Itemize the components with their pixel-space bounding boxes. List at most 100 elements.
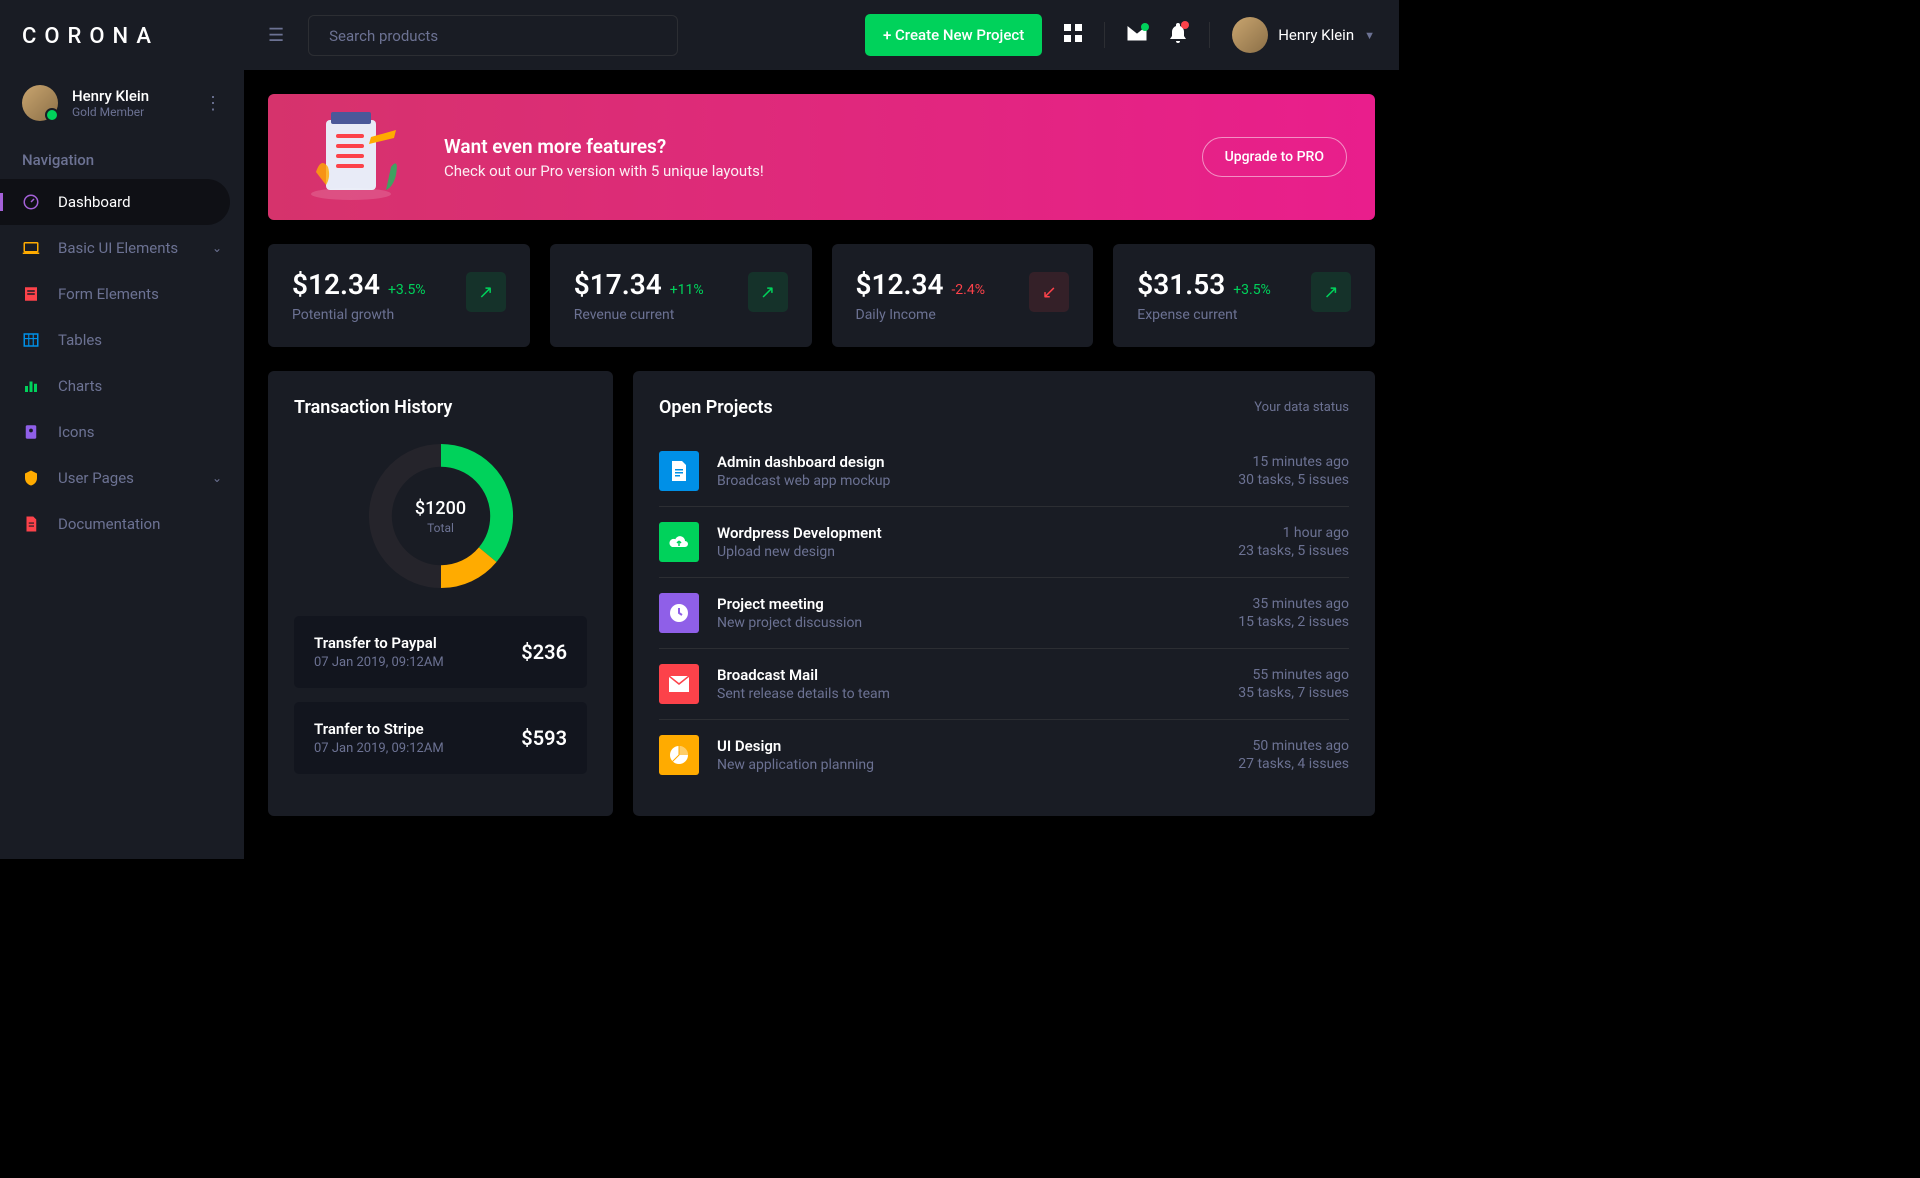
divider [1104,22,1105,48]
project-tasks: 15 tasks, 2 issues [1238,614,1349,630]
donut-value: $1200 [415,498,466,519]
stat-label: Daily Income [856,307,986,323]
transaction-row[interactable]: Transfer to Paypal 07 Jan 2019, 09:12AM $2… [294,616,587,688]
sidebar-item-documentation[interactable]: Documentation [0,501,244,547]
sidebar: CORONA Henry Klein Gold Member ⋮ Navigat… [0,0,244,859]
project-tasks: 30 tasks, 5 issues [1238,472,1349,488]
user-menu-icon[interactable]: ⋮ [204,93,222,114]
menu-toggle-icon[interactable]: ☰ [268,25,284,46]
table-icon [22,331,40,349]
form-icon [22,285,40,303]
create-project-button[interactable]: + Create New Project [865,14,1042,56]
projects-title: Open Projects [659,397,773,418]
project-tasks: 23 tasks, 5 issues [1238,543,1349,559]
stat-card: $12.34-2.4%Daily Income↙ [832,244,1094,347]
promo-subtitle: Check out our Pro version with 5 unique … [444,162,764,180]
project-title: UI Design [717,737,1238,755]
project-time: 15 minutes ago [1238,454,1349,470]
project-title: Project meeting [717,595,1238,613]
donut-label: Total [427,521,454,535]
topbar-user-menu[interactable]: Henry Klein ▼ [1232,17,1375,53]
stat-label: Revenue current [574,307,704,323]
project-title: Wordpress Development [717,524,1238,542]
stat-change: +11% [670,282,704,298]
upgrade-button[interactable]: Upgrade to PRO [1202,137,1347,177]
project-tasks: 35 tasks, 7 issues [1238,685,1349,701]
sidebar-item-dashboard[interactable]: Dashboard [0,179,230,225]
chevron-down-icon: ⌄ [212,241,222,255]
search-wrap [308,15,678,56]
cloud-icon [659,522,699,562]
stat-value: $17.34 [574,268,662,301]
chart-icon [22,377,40,395]
stat-card: $12.34+3.5%Potential growth↗ [268,244,530,347]
nav-heading: Navigation [0,141,244,179]
search-input[interactable] [329,27,657,45]
grid-icon[interactable] [1064,24,1082,47]
txn-date: 07 Jan 2019, 09:12AM [314,741,444,756]
transactions-title: Transaction History [294,397,587,418]
project-row[interactable]: UI Design New application planning50 minu… [659,720,1349,790]
clock-icon [659,593,699,633]
brand-logo: CORONA [0,0,244,73]
project-tasks: 27 tasks, 4 issues [1238,756,1349,772]
pie-icon [659,735,699,775]
sidebar-item-tables[interactable]: Tables [0,317,244,363]
promo-illustration [296,112,416,202]
sidebar-item-basic-ui-elements[interactable]: Basic UI Elements ⌄ [0,225,244,271]
file-icon [659,451,699,491]
transaction-row[interactable]: Tranfer to Stripe07 Jan 2019, 09:12AM$59… [294,702,587,774]
stat-change: +3.5% [388,282,426,298]
project-row[interactable]: Project meeting New project discussion35 … [659,578,1349,649]
sidebar-item-user-pages[interactable]: User Pages ⌄ [0,455,244,501]
project-subtitle: Broadcast web app mockup [717,473,1238,489]
promo-banner: Want even more features? Check out our P… [268,94,1375,220]
chevron-down-icon: ⌄ [212,471,222,485]
sidebar-user-profile[interactable]: Henry Klein Gold Member ⋮ [0,73,244,141]
contacts-icon [22,423,40,441]
project-time: 50 minutes ago [1238,738,1349,754]
stat-change: +3.5% [1233,282,1271,298]
chevron-down-icon: ▼ [1364,29,1375,42]
txn-amount: $236 [521,640,567,664]
project-row[interactable]: Wordpress DevelopmentUpload new design1 … [659,507,1349,578]
security-icon [22,469,40,487]
stat-value: $31.53 [1137,268,1225,301]
projects-status: Your data status [1254,400,1349,415]
txn-title: Transfer to Paypal [314,634,444,652]
arrow-up-icon: ↗ [466,272,506,312]
sidebar-item-form-elements[interactable]: Form Elements [0,271,244,317]
donut-chart: $1200 Total [361,436,521,596]
nav-label: Charts [58,377,102,395]
project-subtitle: New project discussion [717,615,1238,631]
project-row[interactable]: Admin dashboard design Broadcast web app … [659,436,1349,507]
nav-label: Basic UI Elements [58,239,178,257]
arrow-up-icon: ↗ [1311,272,1351,312]
mail-icon [659,664,699,704]
laptop-icon [22,239,40,257]
nav-label: User Pages [58,469,134,487]
project-title: Broadcast Mail [717,666,1238,684]
bell-icon[interactable] [1169,23,1187,48]
sidebar-item-icons[interactable]: Icons [0,409,244,455]
arrow-up-icon: ↗ [748,272,788,312]
notification-dot [1141,23,1149,31]
notification-dot [1181,21,1189,29]
nav-label: Tables [58,331,102,349]
document-icon [22,515,40,533]
project-title: Admin dashboard design [717,453,1238,471]
promo-title: Want even more features? [444,135,764,158]
stat-value: $12.34 [292,268,380,301]
project-time: 35 minutes ago [1238,596,1349,612]
stat-label: Expense current [1137,307,1271,323]
txn-date: 07 Jan 2019, 09:12AM [314,655,444,670]
project-row[interactable]: Broadcast MailSent release details to te… [659,649,1349,720]
project-subtitle: New application planning [717,757,1238,773]
nav-label: Documentation [58,515,160,533]
sidebar-item-charts[interactable]: Charts [0,363,244,409]
mail-icon[interactable] [1127,25,1147,46]
topbar-username: Henry Klein [1278,26,1354,44]
stat-card: $17.34 +11% Revenue current ↗ [550,244,812,347]
nav-label: Icons [58,423,95,441]
arrow-down-icon: ↙ [1029,272,1069,312]
